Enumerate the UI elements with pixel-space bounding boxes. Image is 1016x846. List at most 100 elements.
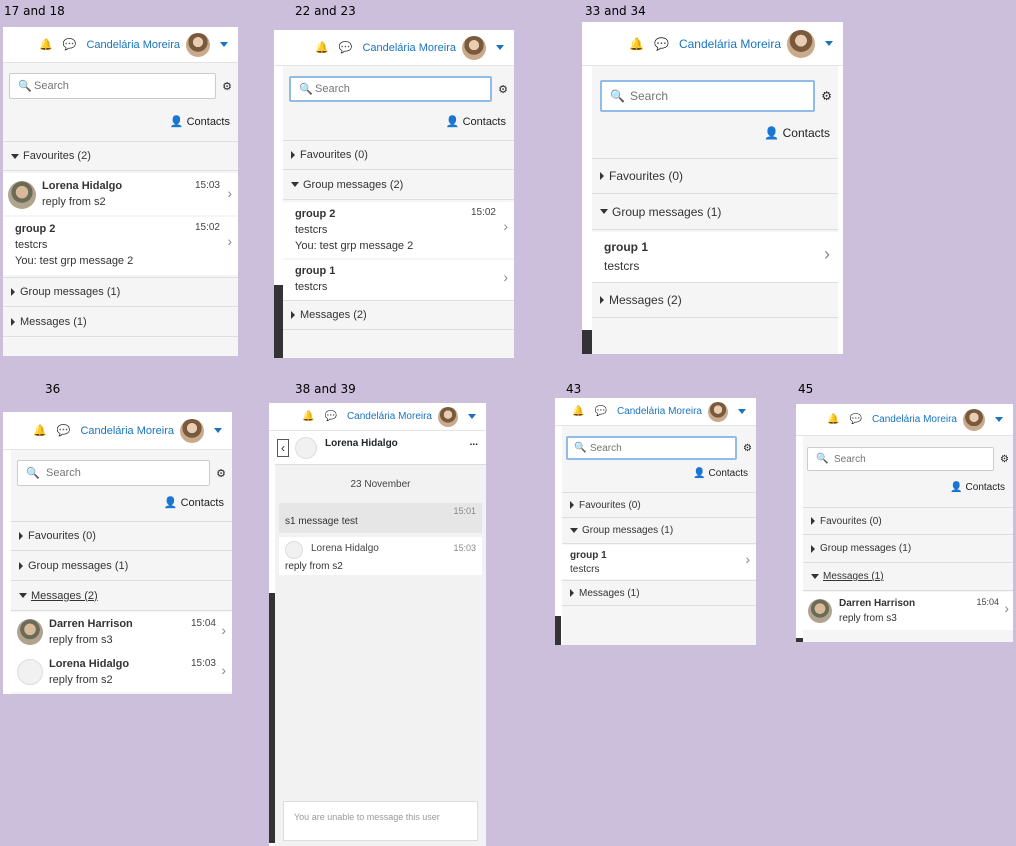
back-arrow-icon[interactable]: ‹: [277, 439, 289, 457]
bell-icon[interactable]: 🔔: [629, 37, 644, 51]
section-favourites[interactable]: Favourites (0): [803, 507, 1013, 535]
gear-icon[interactable]: ⚙: [743, 443, 752, 454]
contacts-link[interactable]: 👤 Contacts: [950, 482, 1005, 493]
search-box[interactable]: 🔍: [17, 460, 211, 486]
section-group-messages[interactable]: Group messages (1): [592, 194, 838, 230]
list-item[interactable]: group 2 15:02 testcrs You: test grp mess…: [3, 217, 238, 275]
chat-icon[interactable]: 💬: [595, 406, 607, 417]
gear-icon[interactable]: ⚙: [498, 83, 508, 96]
list-item[interactable]: group 2 15:02 testcrs You: test grp mess…: [283, 202, 514, 258]
section-messages[interactable]: Messages (2): [283, 300, 514, 330]
list-item[interactable]: Lorena Hidalgo 15:03 reply from s2 ›: [3, 173, 238, 215]
list-item[interactable]: Lorena Hidalgo 15:03 reply from s2 ›: [11, 652, 232, 692]
chat-icon[interactable]: 💬: [63, 38, 77, 51]
avatar[interactable]: [708, 401, 728, 422]
list-item[interactable]: group 1 testcrs ›: [592, 232, 838, 282]
chat-icon[interactable]: 💬: [57, 424, 71, 437]
contact-name: Darren Harrison: [49, 618, 133, 630]
avatar[interactable]: [180, 418, 204, 443]
chat-icon[interactable]: 💬: [850, 414, 862, 425]
bell-icon[interactable]: 🔔: [827, 414, 839, 425]
message-drawer: 🔍 ⚙ 👤 Contacts Favourites (0) Group mess…: [283, 66, 514, 358]
user-name[interactable]: Candelária Moreira: [347, 411, 432, 422]
section-group-messages[interactable]: Group messages (1): [11, 551, 232, 581]
chevron-right-icon: [811, 517, 815, 525]
search-box[interactable]: 🔍: [566, 436, 738, 460]
contact-name[interactable]: Lorena Hidalgo: [325, 438, 398, 449]
gear-icon[interactable]: ⚙: [1000, 454, 1009, 465]
section-favourites[interactable]: Favourites (2): [3, 141, 238, 171]
search-input[interactable]: [808, 453, 994, 465]
contacts-link[interactable]: 👤 Contacts: [693, 468, 748, 479]
chat-icon[interactable]: 💬: [325, 411, 337, 422]
bell-icon[interactable]: 🔔: [315, 41, 329, 54]
section-messages[interactable]: Messages (1): [3, 307, 238, 337]
gear-icon[interactable]: ⚙: [216, 467, 226, 480]
navbar: 🔔 💬 Candelária Moreira: [555, 398, 756, 426]
avatar[interactable]: [438, 406, 458, 427]
bell-icon[interactable]: 🔔: [39, 38, 53, 51]
search-input[interactable]: [568, 442, 736, 454]
section-favourites[interactable]: Favourites (0): [562, 492, 756, 518]
section-messages[interactable]: Messages (2): [11, 581, 232, 611]
gear-icon[interactable]: ⚙: [222, 80, 232, 93]
search-box[interactable]: 🔍: [807, 447, 995, 471]
search-input[interactable]: [602, 89, 814, 103]
section-messages[interactable]: Messages (2): [592, 282, 838, 318]
contacts-link[interactable]: 👤 Contacts: [170, 115, 230, 129]
user-menu-caret-icon[interactable]: [825, 41, 833, 46]
search-input[interactable]: [18, 467, 210, 479]
section-favourites[interactable]: Favourites (0): [11, 521, 232, 551]
chat-icon[interactable]: 💬: [339, 41, 353, 54]
section-group-messages[interactable]: Group messages (1): [3, 277, 238, 307]
search-input[interactable]: [291, 83, 491, 95]
user-name[interactable]: Candelária Moreira: [80, 425, 174, 437]
user-name[interactable]: Candelária Moreira: [679, 37, 781, 51]
section-group-messages[interactable]: Group messages (2): [283, 170, 514, 200]
message-drawer: 🔍 ⚙ 👤 Contacts Favourites (0) Group mess…: [11, 450, 232, 694]
gear-icon[interactable]: ⚙: [821, 89, 832, 103]
user-menu-caret-icon[interactable]: [214, 428, 222, 433]
avatar[interactable]: [787, 29, 815, 58]
section-favourites[interactable]: Favourites (0): [592, 158, 838, 194]
section-group-messages[interactable]: Group messages (1): [803, 535, 1013, 563]
avatar[interactable]: [963, 408, 985, 431]
avatar[interactable]: [462, 35, 486, 60]
group-name: group 2: [295, 208, 336, 220]
more-menu-icon[interactable]: ...: [470, 437, 478, 448]
contacts-link[interactable]: 👤 Contacts: [163, 496, 224, 510]
user-name[interactable]: Candelária Moreira: [617, 406, 702, 417]
bell-icon[interactable]: 🔔: [33, 424, 47, 437]
panel-22-23: 🔔 💬 Candelária Moreira 🔍 ⚙ 👤 Contacts Fa…: [274, 30, 514, 358]
section-messages[interactable]: Messages (1): [803, 563, 1013, 591]
search-box[interactable]: 🔍: [289, 76, 493, 102]
list-item[interactable]: Darren Harrison 15:04 reply from s3 ›: [803, 592, 1013, 630]
section-messages[interactable]: Messages (1): [562, 580, 756, 606]
contacts-link[interactable]: 👤 Contacts: [764, 126, 830, 140]
user-menu-caret-icon[interactable]: [995, 417, 1003, 422]
navbar: 🔔 💬 Candelária Moreira: [274, 30, 514, 66]
bell-icon[interactable]: 🔔: [572, 406, 584, 417]
chat-icon[interactable]: 💬: [654, 37, 669, 51]
bell-icon[interactable]: 🔔: [302, 411, 314, 422]
search-input[interactable]: [10, 80, 216, 92]
chevron-down-icon: [570, 528, 578, 533]
list-item[interactable]: group 1 testcrs ›: [562, 545, 756, 579]
user-menu-caret-icon[interactable]: [738, 409, 746, 414]
person-icon: 👤: [163, 497, 178, 509]
user-name[interactable]: Candelária Moreira: [86, 39, 180, 51]
user-menu-caret-icon[interactable]: [496, 45, 504, 50]
user-menu-caret-icon[interactable]: [220, 42, 228, 47]
search-box[interactable]: 🔍: [600, 80, 816, 112]
section-favourites[interactable]: Favourites (0): [283, 140, 514, 170]
user-menu-caret-icon[interactable]: [468, 414, 476, 419]
list-item[interactable]: Darren Harrison 15:04 reply from s3 ›: [11, 612, 232, 652]
search-box[interactable]: 🔍: [9, 73, 217, 99]
avatar[interactable]: [186, 32, 210, 57]
list-item[interactable]: group 1 testcrs ›: [283, 260, 514, 300]
contacts-link[interactable]: 👤 Contacts: [446, 115, 506, 129]
user-name[interactable]: Candelária Moreira: [362, 42, 456, 54]
message-time: 15:03: [190, 658, 216, 669]
section-group-messages[interactable]: Group messages (1): [562, 518, 756, 544]
user-name[interactable]: Candelária Moreira: [872, 414, 957, 425]
